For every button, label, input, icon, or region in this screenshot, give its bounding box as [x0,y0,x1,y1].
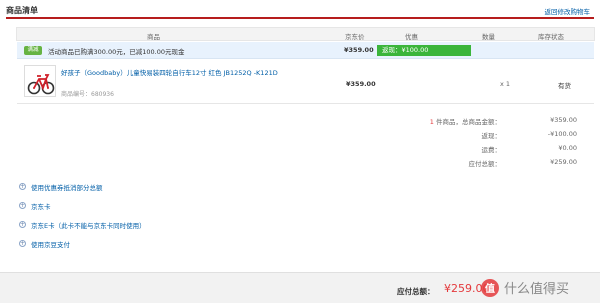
promo-badge: 满减 [24,46,42,55]
table-row: 好孩子（Goodbaby）儿童快易装四轮自行车12寸 红色 JB1252Q -K… [17,60,594,104]
option-jd-beans-label: 使用京豆支付 [31,241,70,249]
expand-plus-icon: + [19,240,26,247]
column-product: 商品 [147,33,160,41]
back-to-cart-link[interactable]: 返回修改购物车 [545,6,591,16]
cashback-badge: 返现：¥100.00 [377,45,471,56]
product-quantity: x 1 [500,80,511,88]
column-quantity: 数量 [482,33,495,41]
goods-total-value: ¥359.00 [550,116,577,124]
payable-value: ¥259.00 [550,158,577,166]
expand-plus-icon: + [19,202,26,209]
expand-plus-icon: + [19,183,26,190]
option-coupon-label: 使用优惠券抵消部分总额 [31,184,103,192]
product-sku: 商品编号：680936 [61,91,114,98]
promo-row: 满减 活动商品已购满300.00元，已减100.00元现金 ¥359.00 返现… [17,42,594,59]
product-price: ¥359.00 [346,80,376,88]
section-title: 商品清单 [6,6,38,15]
product-thumbnail[interactable] [24,65,56,97]
cashback-value: -¥100.00 [547,130,577,138]
goods-count-label: 1 件商品，总商品金额： [429,118,501,126]
column-stock: 库存状态 [538,33,564,41]
bicycle-icon [27,74,55,95]
product-name-link[interactable]: 好孩子（Goodbaby）儿童快易装四轮自行车12寸 红色 JB1252Q -K… [61,68,291,78]
order-list-header: 商品清单 返回修改购物车 [6,3,594,19]
site-watermark: 值 什么值得买 [481,279,569,297]
table-header: 商品 京东价 优惠 数量 库存状态 [16,27,595,41]
freight-value: ¥0.00 [558,144,577,152]
cashback-label: 返现： [481,132,502,140]
freight-label: 运费： [481,146,502,154]
option-jd-ecard-label: 京东E卡（此卡不能与京东卡同时使用） [31,222,146,230]
column-discount: 优惠 [405,33,418,41]
promo-text: 活动商品已购满300.00元，已减100.00元现金 [48,48,185,56]
promo-price: ¥359.00 [344,46,374,54]
stock-status: 有货 [558,82,571,90]
payable-label: 应付总额： [468,160,502,168]
footer-payable-label: 应付总额： [397,287,435,296]
column-price: 京东价 [345,33,365,41]
expand-plus-icon: + [19,221,26,228]
svg-text:什么值得买: 什么值得买 [504,281,569,297]
svg-text:值: 值 [485,282,495,295]
option-jd-card-label: 京东卡 [31,203,51,211]
